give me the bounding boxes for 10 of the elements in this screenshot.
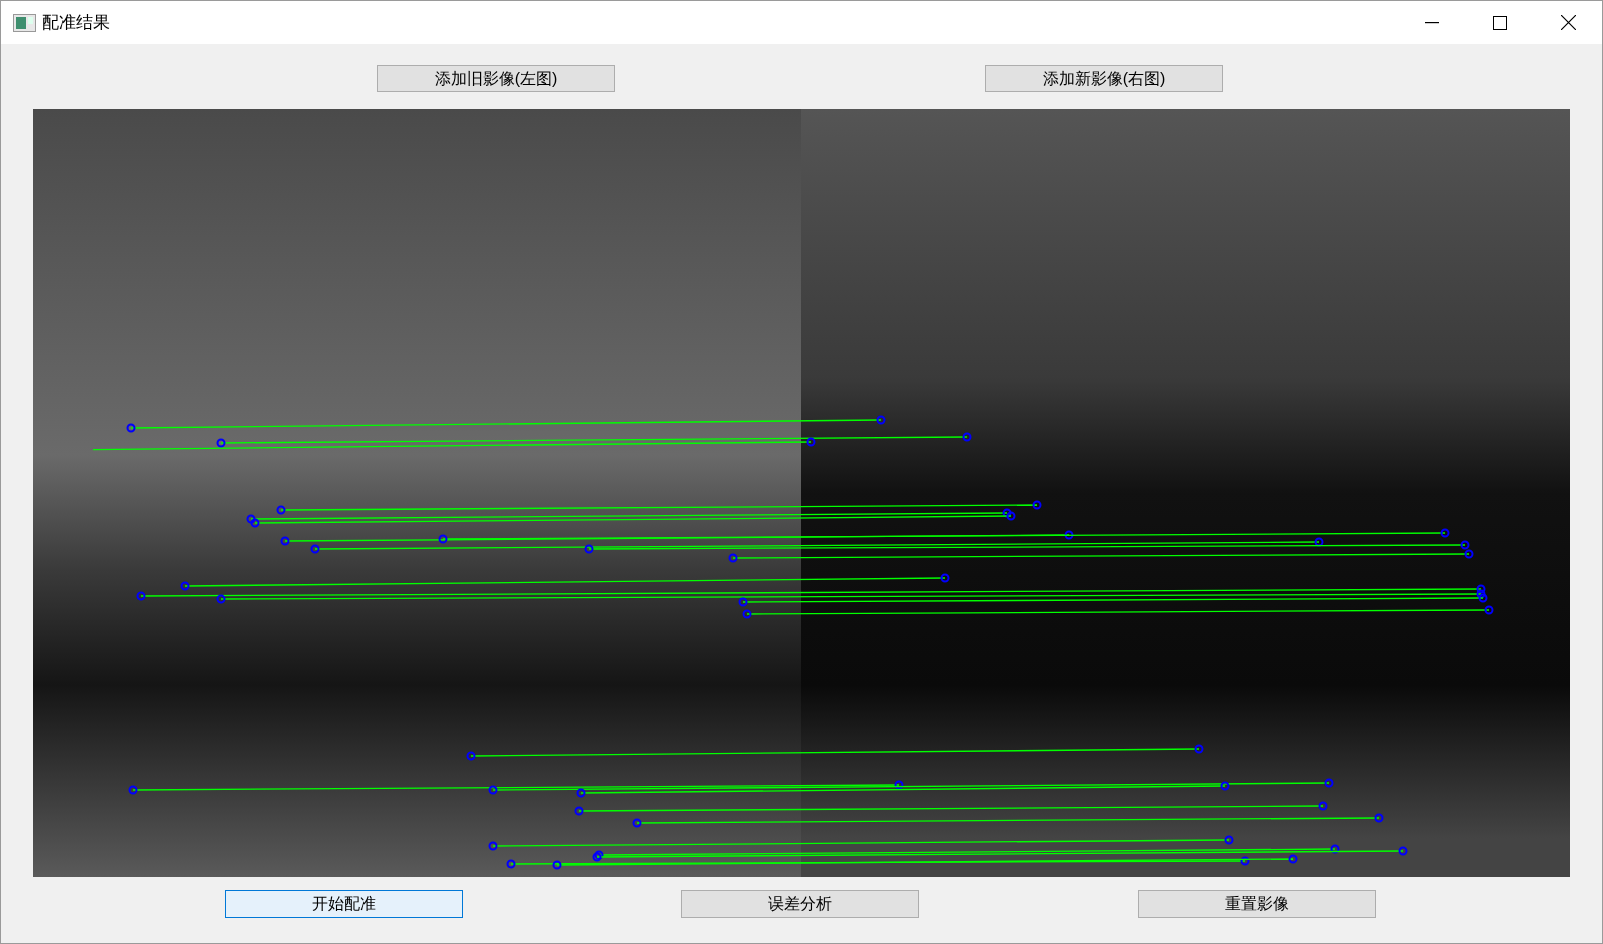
maximize-icon: [1493, 15, 1507, 30]
app-icon: [13, 13, 36, 32]
action-button[interactable]: 误差分析: [681, 890, 919, 918]
action-button[interactable]: 开始配准: [225, 890, 463, 918]
close-icon: [1560, 15, 1576, 30]
minimize-icon: [1425, 21, 1439, 24]
add-image-button[interactable]: 添加旧影像(左图): [377, 65, 615, 92]
add-image-button[interactable]: 添加新影像(右图): [985, 65, 1223, 92]
action-button[interactable]: 重置影像: [1138, 890, 1376, 918]
window-title: 配准结果: [42, 11, 110, 34]
